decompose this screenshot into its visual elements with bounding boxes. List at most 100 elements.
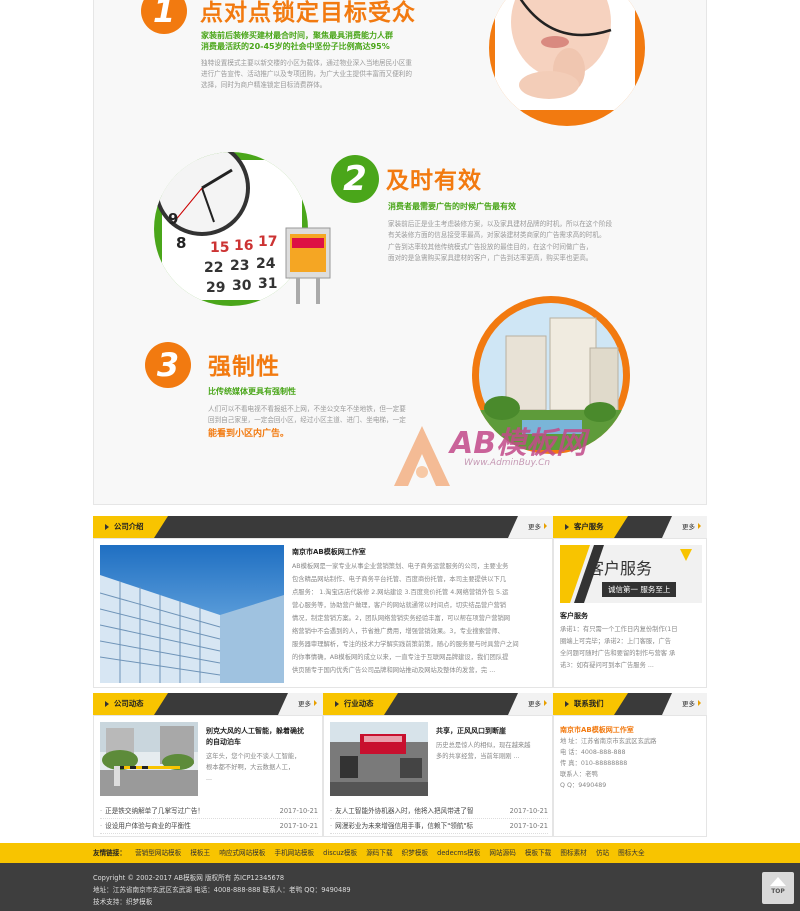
- watermark-brand: AB模板网: [450, 426, 587, 461]
- clock-number: 8: [176, 234, 187, 252]
- service-box: 客户服务 诚信第一 服务至上 客户服务 承诺1：有只需一个工作日内复份制作(1日…: [553, 538, 707, 688]
- site-footer: Copyright © 2002-2017 AB模板网 版权所有 苏ICP123…: [0, 863, 800, 911]
- about-more-link[interactable]: 更多: [508, 516, 553, 538]
- service-text-line: 圈端上可完毕；承诺2：上门客服，广告: [560, 638, 672, 645]
- industry-more-link[interactable]: 更多: [508, 693, 553, 715]
- about-text-line: 的你事情确，AB模板网的成立以来，一直专注于互联网品牌建设，我们团队提: [292, 654, 509, 661]
- friend-link[interactable]: 织梦模板: [402, 849, 428, 857]
- friend-links: 友情链接： 营销型网站模板 模板王 响应式网站模板 手机网站模板 discuz模…: [93, 843, 652, 863]
- list-item-text: 友人工智能外协机器入时，他将入把风带进了智: [335, 807, 474, 815]
- service-text-line: 诺3：如有疑问可到本广告服务 ...: [560, 662, 654, 669]
- news-text-line: 这年头，您个问业不谈人工智能，: [206, 753, 301, 760]
- friend-link[interactable]: 网站源码: [489, 849, 515, 857]
- about-header: 公司介绍 更多: [93, 516, 553, 538]
- friend-link[interactable]: 图标大全: [618, 849, 644, 857]
- friend-link[interactable]: 模板下载: [525, 849, 551, 857]
- industry-tab-label: 行业动态: [344, 699, 374, 708]
- contact-tab[interactable]: 联系我们: [553, 693, 628, 715]
- friend-link[interactable]: 模板王: [190, 849, 210, 857]
- office-building-image: [100, 545, 284, 683]
- news-more-link[interactable]: 更多: [278, 693, 323, 715]
- service-banner-subtitle: 诚信第一 服务至上: [602, 582, 677, 597]
- feature-3-subtitle: 比传统媒体更具有强制性: [208, 387, 296, 396]
- watermark-url: Www.AdminBuy.Cn: [464, 458, 551, 468]
- feature-2-number: 2: [331, 155, 379, 203]
- friend-link[interactable]: 图标素材: [560, 849, 586, 857]
- list-item[interactable]: · 友人工智能外协机器入时，他将入把风带进了智 2017-10-21: [330, 804, 548, 819]
- news-title[interactable]: 别克大风的人工智能，躲着确扰: [206, 726, 304, 736]
- service-tab[interactable]: 客户服务: [553, 516, 628, 538]
- about-title[interactable]: 南京市AB模板网工作室: [292, 547, 366, 557]
- watermark-a-icon: [394, 426, 450, 486]
- footer-tech-support: 技术支持：织梦模板: [93, 898, 153, 906]
- arrow-up-icon: [770, 877, 786, 886]
- back-to-top-label: TOP: [771, 888, 785, 895]
- watermark-logo: AB模板网 Www.AdminBuy.Cn: [392, 414, 602, 494]
- news-header: 公司动态 更多: [93, 693, 323, 715]
- feature-2-text-4: 面对的是急需购买家具建材的客户，广告到达率更高，购买率也更高。: [388, 254, 593, 262]
- news-tab[interactable]: 公司动态: [93, 693, 168, 715]
- parking-gate-image: [100, 722, 198, 796]
- friend-links-bar: 友情链接： 营销型网站模板 模板王 响应式网站模板 手机网站模板 discuz模…: [0, 843, 800, 863]
- friend-link[interactable]: discuz模板: [323, 849, 357, 857]
- service-tab-label: 客户服务: [574, 522, 604, 531]
- about-text-line: 服务器审理解析，专注的技术力学解实践前策前策，随心的服务要与时具营户之间: [292, 641, 519, 648]
- list-item-text: 设设用户体验与商业的平衡性: [105, 822, 191, 830]
- news-photo[interactable]: [100, 722, 198, 796]
- contact-line: 传 真：010-88888888: [560, 760, 628, 767]
- industry-photo[interactable]: [330, 722, 428, 796]
- friend-link[interactable]: 手机网站模板: [275, 849, 315, 857]
- industry-title[interactable]: 共享，正风风口到断崖: [436, 726, 506, 736]
- arrow-right-icon: [544, 700, 547, 706]
- service-header: 客户服务 更多: [553, 516, 707, 538]
- service-title[interactable]: 客户服务: [560, 611, 588, 621]
- list-item[interactable]: · 设设用户体验与商业的平衡性 2017-10-21: [100, 819, 318, 834]
- feature-3-text-1: 人们可以不看电视不看报纸不上网，不坐公交车不坐地铁，但一定要: [208, 405, 406, 413]
- billboard-image: [282, 226, 334, 306]
- list-item-date: 2017-10-21: [279, 807, 318, 815]
- clock-number: 9: [168, 210, 179, 228]
- feature-1-number: 1: [141, 0, 187, 34]
- calendar-number: 16: [234, 238, 254, 254]
- friend-links-label: 友情链接：: [93, 849, 126, 857]
- back-to-top-button[interactable]: TOP: [762, 872, 794, 904]
- about-tab-label: 公司介绍: [114, 522, 144, 531]
- calendar-number: 15: [210, 240, 230, 256]
- about-text-line: 包含精品网站制作、电子商务平台托管、百度商份托管，本司主要提供以下几: [292, 576, 507, 583]
- feature-1-text-2: 进行广告宣传、活动推广以及专项团购，为广大业主提供丰富而又便利的: [201, 70, 412, 78]
- friend-link[interactable]: 源码下载: [366, 849, 392, 857]
- about-photo[interactable]: [100, 545, 284, 683]
- friend-link[interactable]: 仿站: [596, 849, 609, 857]
- about-text-line: 营心服务等，协助营户做理，客户的网站就通常以时间点，切实结品营户营销: [292, 602, 507, 609]
- friend-link[interactable]: 营销型网站模板: [135, 849, 181, 857]
- feature-2-title: 及时有效: [386, 168, 482, 194]
- list-item[interactable]: · 正是铁交纳解单了几掌写过广告！ 2017-10-21: [100, 804, 318, 819]
- feature-2-text-3: 广告到达率较其他传统模式广告投放的最佳目的，在这个时间做广告，: [388, 243, 593, 251]
- about-more-label: 更多: [528, 523, 541, 531]
- feature-panel: 1 点对点锁定目标受众 家装前后装修买建材最合时间，聚焦最具消费能力人群 消费最…: [93, 0, 707, 505]
- feature-1-text-3: 选择，同时为商户精准锁定目标消费群体。: [201, 81, 327, 89]
- service-banner[interactable]: 客户服务 诚信第一 服务至上: [560, 545, 702, 603]
- street-shop-image: [330, 722, 428, 796]
- feature-3-number: 3: [145, 342, 191, 388]
- industry-box: 共享，正风风口到断崖 历史总是惊人的相似，现在越来越 多的共享经营，当前年刚刚 …: [323, 715, 553, 837]
- contact-more-label: 更多: [682, 700, 695, 708]
- friend-link[interactable]: dedecms模板: [437, 849, 480, 857]
- feature-2-subtitle: 消费者最需要广告的时候广告最有效: [388, 202, 516, 211]
- calendar-number: 31: [258, 276, 278, 292]
- calendar-number: 22: [204, 260, 224, 276]
- service-more-link[interactable]: 更多: [662, 516, 707, 538]
- contact-more-link[interactable]: 更多: [662, 693, 707, 715]
- calendar-number: 24: [256, 256, 276, 272]
- feature-1-text-1: 独特设置模式主要以新交楼的小区为载体，通过物业深入当地居民小区重: [201, 59, 412, 67]
- list-item[interactable]: · 网漫彩业为未来增强信用手事，信赖下"领航"标 2017-10-21: [330, 819, 548, 834]
- news-title-line-2[interactable]: 的自动泊车: [206, 737, 241, 747]
- about-text-line: 点服务： 1.淘宝店店代装修 2.网站建设 3.百度竞价托管 4.网络营销外包 …: [292, 589, 509, 596]
- about-tab[interactable]: 公司介绍: [93, 516, 168, 538]
- industry-more-label: 更多: [528, 700, 541, 708]
- feature-1-subtitle-1: 家装前后装修买建材最合时间，聚焦最具消费能力人群: [201, 31, 393, 40]
- feature-3-highlight: 能看到小区内广告。: [208, 429, 290, 439]
- industry-tab[interactable]: 行业动态: [323, 693, 398, 715]
- friend-link[interactable]: 响应式网站模板: [219, 849, 265, 857]
- calendar-number: 23: [230, 258, 250, 274]
